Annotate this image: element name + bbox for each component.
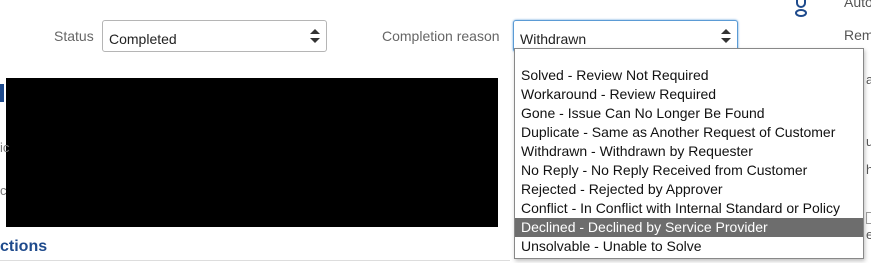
status-select[interactable]: Completed bbox=[102, 20, 327, 52]
option-no-reply[interactable]: No Reply - No Reply Received from Custom… bbox=[515, 161, 863, 180]
right-panel-text: u bbox=[866, 134, 871, 149]
right-panel-checkbox[interactable] bbox=[866, 212, 871, 224]
redacted-region bbox=[6, 78, 498, 227]
left-edge-text: ic bbox=[0, 140, 10, 155]
section-divider bbox=[0, 260, 510, 261]
option-declined[interactable]: Declined - Declined by Service Provider bbox=[515, 218, 863, 237]
option-gone[interactable]: Gone - Issue Can No Longer Be Found bbox=[515, 104, 863, 123]
right-panel-text: e bbox=[866, 227, 871, 242]
right-panel-text: Rem bbox=[844, 27, 871, 43]
sort-arrows-icon bbox=[721, 28, 731, 44]
option-solved[interactable]: Solved - Review Not Required bbox=[515, 66, 863, 85]
option-conflict[interactable]: Conflict - In Conflict with Internal Sta… bbox=[515, 199, 863, 218]
right-panel-text: Auto bbox=[844, 0, 871, 10]
status-label: Status bbox=[54, 28, 94, 44]
right-panel-text: a bbox=[866, 72, 871, 87]
option-workaround[interactable]: Workaround - Review Required bbox=[515, 85, 863, 104]
option-unsolvable[interactable]: Unsolvable - Unable to Solve bbox=[515, 237, 863, 256]
left-edge-text: c bbox=[0, 183, 7, 198]
option-duplicate[interactable]: Duplicate - Same as Another Request of C… bbox=[515, 123, 863, 142]
completion-reason-listbox[interactable]: Solved - Review Not Required Workaround … bbox=[514, 48, 864, 259]
section-title: ctions bbox=[0, 238, 48, 255]
option-rejected[interactable]: Rejected - Rejected by Approver bbox=[515, 180, 863, 199]
left-edge-mark bbox=[0, 84, 4, 102]
completion-reason-label: Completion reason bbox=[382, 28, 500, 44]
user-icon bbox=[793, 0, 809, 18]
completion-reason-select-value: Withdrawn bbox=[520, 31, 587, 47]
status-select-value: Completed bbox=[109, 31, 177, 47]
right-panel-text: h bbox=[866, 162, 871, 177]
option-withdrawn[interactable]: Withdrawn - Withdrawn by Requester bbox=[515, 142, 863, 161]
sort-arrows-icon bbox=[310, 28, 320, 44]
